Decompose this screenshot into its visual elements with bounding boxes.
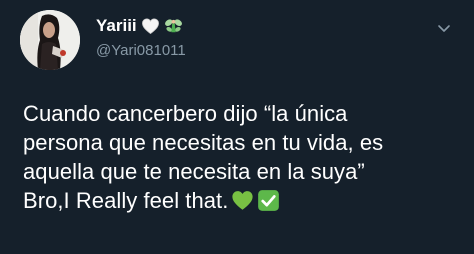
tweet-text: Cuando cancerbero dijo “la única persona… <box>23 99 463 215</box>
fairy-icon <box>164 17 183 36</box>
author-name-row[interactable]: Yariii <box>96 15 183 37</box>
tweet-line-text: Bro,I Really feel that. <box>23 188 229 213</box>
tweet-line: Cuando cancerbero dijo “la única <box>23 101 348 126</box>
white-heart-icon <box>141 17 160 36</box>
tweet-last-line: Bro,I Really feel that. <box>23 186 463 215</box>
tweet-line: aquella que te necesita en la suya” <box>23 159 365 184</box>
display-name[interactable]: Yariii <box>96 15 137 37</box>
check-mark-button-icon <box>257 189 280 212</box>
avatar[interactable] <box>20 10 80 70</box>
user-handle[interactable]: @Yari081011 <box>96 41 186 61</box>
green-heart-icon <box>231 189 254 212</box>
tweet-line: persona que necesitas en tu vida, es <box>23 130 384 155</box>
chevron-down-icon[interactable] <box>437 24 451 34</box>
